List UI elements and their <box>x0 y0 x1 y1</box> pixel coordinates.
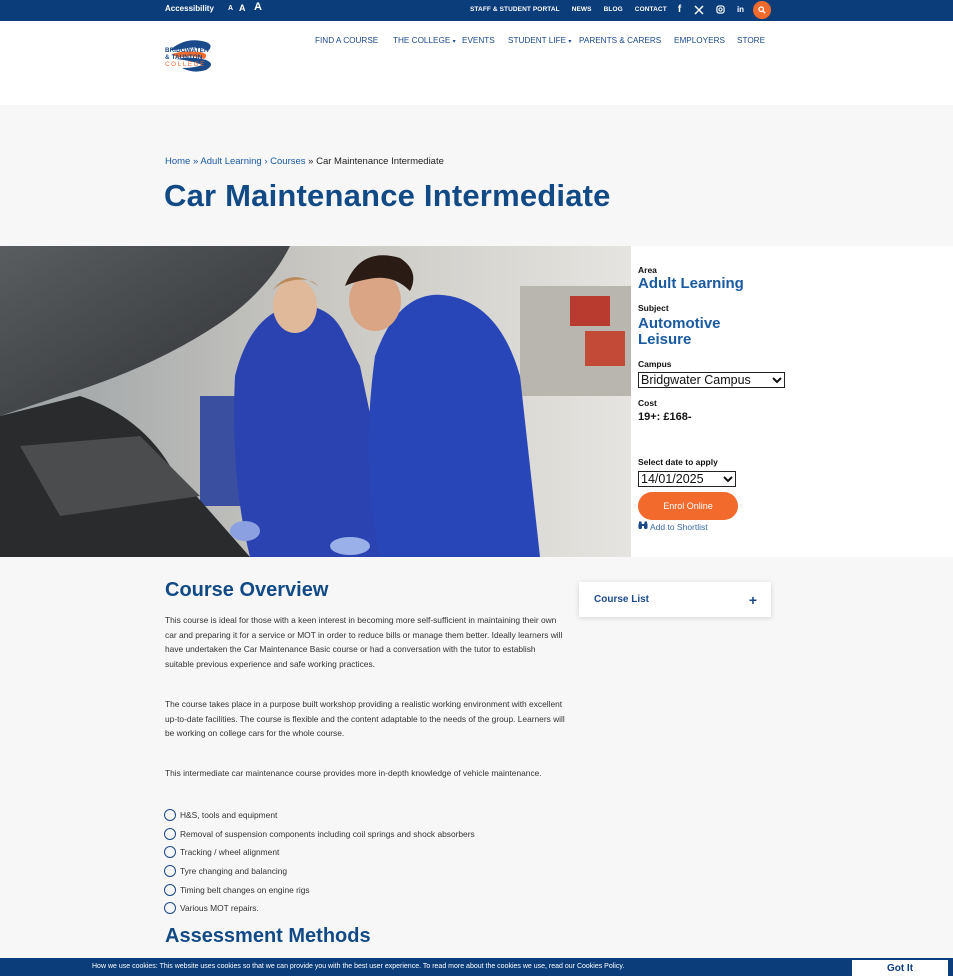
nav-store[interactable]: STORE <box>737 36 765 45</box>
logo-line-1: BRIDGWATER <box>165 47 209 54</box>
overview-paragraph: This intermediate car maintenance course… <box>165 768 542 778</box>
circle-bullet-icon <box>164 883 176 896</box>
list-item-text: Removal of suspension components includi… <box>180 828 475 839</box>
cookie-banner: How we use cookies: This website uses co… <box>0 958 953 976</box>
course-list-accordion[interactable]: Course List + <box>579 582 771 617</box>
list-item-text: Various MOT repairs. <box>180 903 259 914</box>
chevron-down-icon: ▾ <box>452 39 456 45</box>
breadcrumb: Home » Adult Learning › Courses » Car Ma… <box>165 156 444 167</box>
list-item: Tyre changing and balancing <box>164 862 475 881</box>
list-item: Timing belt changes on engine rigs <box>164 880 475 899</box>
cookie-accept-button[interactable]: Got It <box>852 960 948 976</box>
accessibility-label: Accessibility <box>165 4 214 13</box>
site-header <box>0 21 953 105</box>
nav-the-college-label: THE COLLEGE <box>393 36 451 45</box>
text-size-medium[interactable]: A <box>239 3 246 13</box>
logo-line-2: & TAUNTON <box>165 54 203 61</box>
add-to-shortlist-link[interactable]: Add to Shortlist <box>638 521 708 532</box>
main-nav: FIND A COURSE THE COLLEGE ▾ EVENTS STUDE… <box>315 36 765 45</box>
nav-find-a-course[interactable]: FIND A COURSE <box>315 36 393 45</box>
subject-line-2: Leisure <box>638 331 692 348</box>
nav-student-life[interactable]: STUDENT LIFE ▾ <box>508 36 579 45</box>
text-size-large[interactable]: A <box>254 1 262 13</box>
facebook-icon[interactable]: f <box>673 3 686 16</box>
course-content-list: H&S, tools and equipment Removal of susp… <box>164 806 475 918</box>
breadcrumb-home[interactable]: Home <box>165 156 190 167</box>
plus-icon: + <box>748 591 757 608</box>
chevron-down-icon: ▾ <box>568 39 572 45</box>
college-logo-text[interactable]: BRIDGWATER & TAUNTON COLLEGE <box>165 47 209 68</box>
campus-label: Campus <box>638 359 672 369</box>
course-list-label: Course List <box>594 594 650 605</box>
campus-select[interactable]: Bridgwater Campus <box>638 372 785 388</box>
circle-bullet-icon <box>164 827 176 840</box>
breadcrumb-separator: » <box>192 156 199 167</box>
shortlist-label: Add to Shortlist <box>650 521 708 532</box>
list-item: Removal of suspension components includi… <box>164 825 475 844</box>
breadcrumb-separator: › <box>264 156 268 167</box>
list-item: H&S, tools and equipment <box>164 806 475 825</box>
utility-bar: Accessibility A A A STAFF & STUDENT PORT… <box>0 0 953 21</box>
text-size-small[interactable]: A <box>228 5 233 12</box>
list-item: Various MOT repairs. <box>164 899 475 918</box>
staff-portal-link[interactable]: STAFF & STUDENT PORTAL <box>470 6 560 13</box>
nav-student-life-label: STUDENT LIFE <box>508 36 567 45</box>
list-item-text: Tyre changing and balancing <box>180 866 288 877</box>
overview-paragraph: The course takes place in a purpose buil… <box>165 699 565 739</box>
campus-select-value: Bridgwater Campus <box>641 373 751 387</box>
circle-bullet-icon <box>164 809 176 822</box>
date-select-value: 14/01/2025 <box>641 472 704 486</box>
cookie-text: How we use cookies: This website uses co… <box>92 963 625 970</box>
nav-employers[interactable]: EMPLOYERS <box>674 36 737 45</box>
contact-link[interactable]: CONTACT <box>635 6 667 13</box>
nav-parents-carers[interactable]: PARENTS & CARERS <box>579 36 674 45</box>
list-item: Tracking / wheel alignment <box>164 843 475 862</box>
breadcrumb-adult-learning[interactable]: Adult Learning <box>200 156 261 167</box>
x-icon[interactable] <box>692 3 705 16</box>
instagram-icon[interactable] <box>714 3 727 16</box>
utility-links: STAFF & STUDENT PORTAL NEWS BLOG CONTACT <box>470 6 667 13</box>
cost-value: 19+: £168- <box>638 411 692 423</box>
chevron-down-icon <box>723 472 733 486</box>
cost-label: Cost <box>638 398 657 408</box>
area-value[interactable]: Adult Learning <box>638 276 744 292</box>
logo-line-3: COLLEGE <box>165 61 206 68</box>
nav-events[interactable]: EVENTS <box>462 36 508 45</box>
binoculars-icon <box>638 521 648 532</box>
date-label: Select date to apply <box>638 457 718 467</box>
enrol-online-button[interactable]: Enrol Online <box>638 492 738 520</box>
list-item-text: Tracking / wheel alignment <box>180 847 280 858</box>
overview-paragraph: This course is ideal for those with a ke… <box>165 615 563 669</box>
breadcrumb-separator: » <box>308 156 314 167</box>
search-icon[interactable] <box>753 1 771 19</box>
circle-bullet-icon <box>164 902 176 915</box>
linkedin-icon[interactable]: in <box>734 3 747 16</box>
circle-bullet-icon <box>164 865 176 878</box>
course-overview-heading: Course Overview <box>165 579 329 601</box>
chevron-down-icon <box>772 373 782 387</box>
subject-line-1: Automotive <box>638 315 721 332</box>
subject-value[interactable]: Automotive Leisure <box>638 316 721 348</box>
list-item-text: H&S, tools and equipment <box>180 810 278 821</box>
subject-label: Subject <box>638 303 669 313</box>
list-item-text: Timing belt changes on engine rigs <box>180 884 310 895</box>
date-select[interactable]: 14/01/2025 <box>638 471 736 487</box>
breadcrumb-current: Car Maintenance Intermediate <box>316 156 444 167</box>
area-label: Area <box>638 265 657 275</box>
assessment-methods-heading: Assessment Methods <box>165 925 371 947</box>
news-link[interactable]: NEWS <box>572 6 592 13</box>
blog-link[interactable]: BLOG <box>604 6 623 13</box>
nav-the-college[interactable]: THE COLLEGE ▾ <box>393 36 456 45</box>
page-title: Car Maintenance Intermediate <box>164 178 611 213</box>
breadcrumb-courses[interactable]: Courses <box>270 156 305 167</box>
circle-bullet-icon <box>164 846 176 859</box>
course-hero-image <box>0 246 631 557</box>
